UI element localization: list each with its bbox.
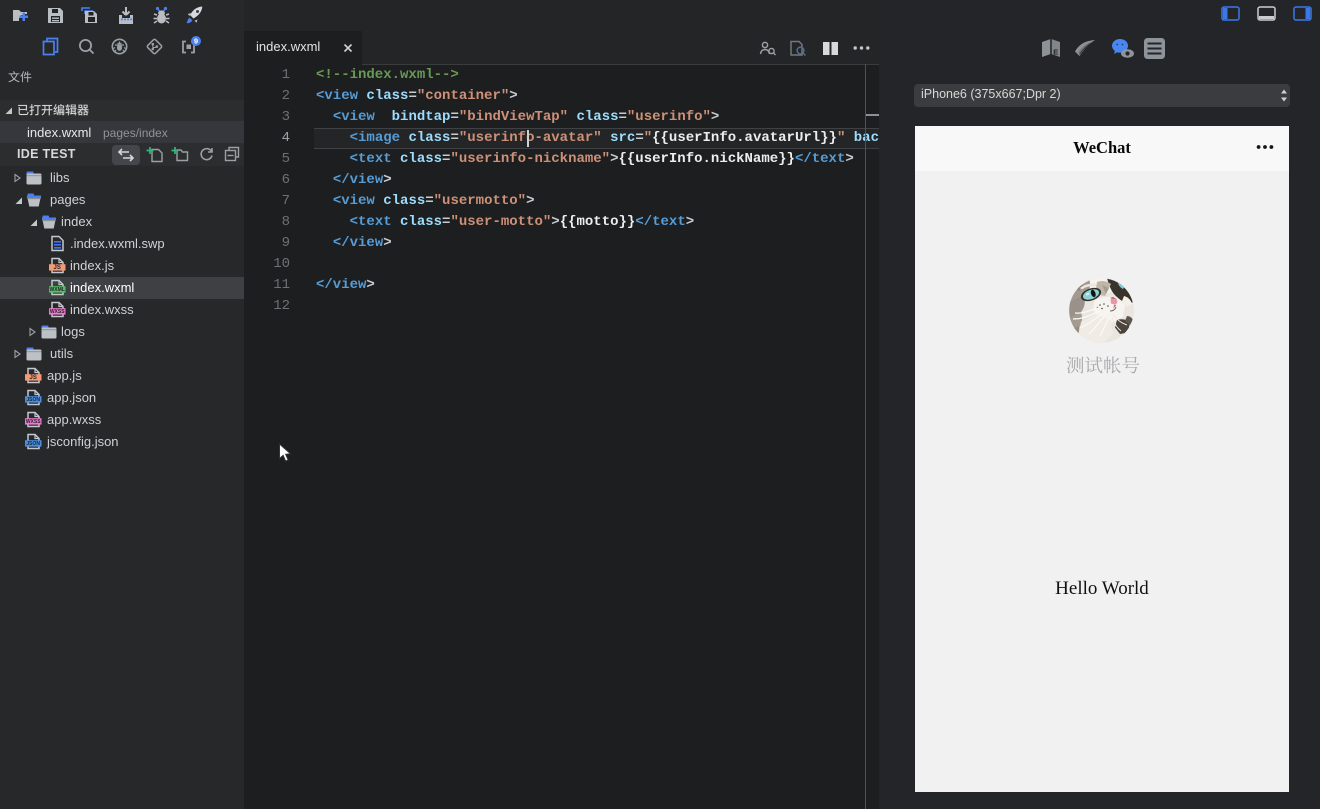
svg-text:9: 9 [194, 36, 198, 45]
svg-text:JSON: JSON [26, 441, 40, 447]
svg-text:WXSS: WXSS [50, 309, 65, 315]
svg-text:JS: JS [30, 375, 37, 381]
svg-text:E: E [1053, 48, 1058, 57]
svg-text:WXSS: WXSS [26, 419, 41, 425]
svg-text:JS: JS [54, 265, 61, 271]
svg-text:WXML: WXML [50, 287, 65, 293]
svg-text:JSON: JSON [26, 397, 40, 403]
